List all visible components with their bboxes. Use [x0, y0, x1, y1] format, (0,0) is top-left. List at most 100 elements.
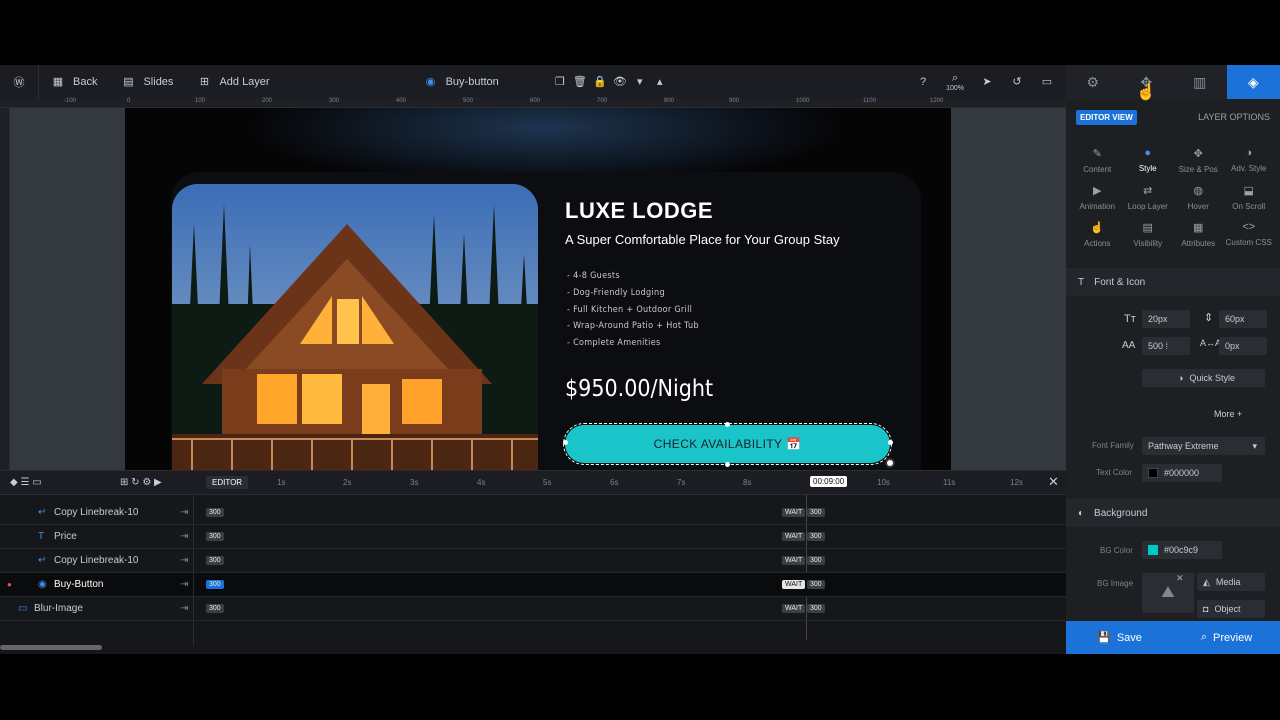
selected-layer-dropdown[interactable]: ◉ Buy-button: [412, 65, 511, 98]
lodge-photo[interactable]: [172, 184, 538, 470]
slide-subheadline[interactable]: A Super Comfortable Place for Your Group…: [565, 232, 840, 247]
option-custom-css[interactable]: <> Custom CSS: [1224, 221, 1275, 248]
option-on-scroll[interactable]: ⬓ On Scroll: [1224, 184, 1275, 211]
lock-icon[interactable]: 🔒: [593, 75, 607, 89]
resize-handle-top[interactable]: [725, 422, 730, 427]
save-button[interactable]: 💾 Save: [1066, 621, 1173, 654]
option-attributes[interactable]: ▦ Attributes: [1173, 221, 1224, 248]
collapse-arrow-icon[interactable]: ⇥: [180, 507, 188, 518]
current-time-indicator[interactable]: 00:09:00: [810, 476, 848, 487]
start-duration[interactable]: 300: [206, 556, 224, 565]
wordpress-logo-button[interactable]: Ⓦ: [0, 65, 38, 98]
editor-tab[interactable]: EDITOR: [206, 476, 249, 489]
more-button[interactable]: More +: [1214, 409, 1242, 419]
resize-handle-right[interactable]: [888, 440, 893, 445]
collapse-arrow-icon[interactable]: ⇥: [180, 531, 188, 542]
font-family-select[interactable]: Pathway Extreme ▾: [1142, 437, 1265, 455]
timeline-row[interactable]: ↵ Copy Linebreak-10 ⇥ 300 WAIT 300: [0, 501, 1066, 525]
close-icon[interactable]: ✕: [1048, 474, 1059, 490]
ruler-tick: 1100: [863, 98, 876, 104]
font-weight-select[interactable]: 500 ⁞: [1142, 337, 1190, 355]
rotate-handle[interactable]: [885, 458, 895, 468]
undo-icon[interactable]: ↺: [1010, 75, 1024, 89]
check-availability-button[interactable]: CHECK AVAILABILITY 📅: [563, 423, 892, 465]
media-button[interactable]: ◭ Media: [1197, 573, 1265, 591]
option-adv-style[interactable]: ◑ Adv. Style: [1224, 147, 1275, 174]
editor-view-badge[interactable]: EDITOR VIEW: [1076, 110, 1137, 125]
option-animation[interactable]: ▶ Animation: [1072, 184, 1123, 211]
time-mark: 1s: [277, 478, 286, 487]
option-actions[interactable]: ☝ Actions: [1072, 221, 1123, 248]
add-layer-button[interactable]: ⊞ Add Layer: [185, 65, 281, 98]
option-label: Size & Pos: [1178, 165, 1218, 174]
help-icon[interactable]: ?: [916, 75, 930, 89]
slide-canvas[interactable]: LUXE LODGE A Super Comfortable Place for…: [125, 108, 951, 470]
bg-color-input[interactable]: #00c9c9: [1142, 541, 1222, 559]
bg-image-thumbnail[interactable]: ⛰: [1142, 573, 1194, 613]
slides-button[interactable]: ▤ Slides: [109, 65, 185, 98]
option-loop-layer[interactable]: ⇄ Loop Layer: [1123, 184, 1174, 211]
collapse-arrow-icon[interactable]: ⇥: [180, 579, 188, 590]
start-duration[interactable]: 300: [206, 532, 224, 541]
editor-toolbar: Ⓦ ▦ Back ▤ Slides ⊞ Add Layer ◉ Buy-button ❐…: [0, 65, 1066, 98]
start-duration[interactable]: 300: [206, 580, 224, 589]
timeline-row[interactable]: ▭ Blur-Image ⇥ 300 WAIT 300: [0, 597, 1066, 621]
object-button[interactable]: ◘ Object: [1197, 600, 1265, 618]
font-size-input[interactable]: 20px: [1142, 310, 1190, 328]
slide-headline[interactable]: LUXE LODGE: [565, 198, 713, 224]
wait-badge: WAIT: [782, 604, 806, 613]
duplicate-icon[interactable]: ❐: [553, 75, 567, 89]
eye-icon[interactable]: 👁: [613, 75, 627, 89]
collapse-arrow-icon[interactable]: ⇥: [180, 603, 188, 614]
resize-handle-left[interactable]: [563, 440, 568, 445]
trash-icon[interactable]: 🗑: [573, 75, 587, 89]
time-mark: 6s: [610, 478, 619, 487]
tab-navigation[interactable]: ▥: [1173, 65, 1227, 99]
tab-slider-settings[interactable]: ⚙: [1066, 65, 1120, 99]
end-duration[interactable]: 300: [807, 580, 825, 589]
option-size-pos[interactable]: ✥ Size & Pos: [1173, 147, 1224, 174]
collapse-arrow-icon[interactable]: ⇥: [180, 555, 188, 566]
cursor-icon[interactable]: ➤: [980, 75, 994, 89]
arrow-up-icon[interactable]: ▴: [653, 75, 667, 89]
preview-button[interactable]: ⌕ Preview: [1173, 621, 1280, 654]
quick-style-button[interactable]: ◑ Quick Style: [1142, 369, 1265, 387]
remove-image-icon[interactable]: ✕: [1176, 573, 1184, 584]
line-height-input[interactable]: 60px: [1219, 310, 1267, 328]
color-swatch: [1148, 468, 1158, 478]
option-hover[interactable]: ◍ Hover: [1173, 184, 1224, 211]
letter-spacing-input[interactable]: 0px: [1219, 337, 1267, 355]
end-duration[interactable]: 300: [807, 508, 825, 517]
start-duration[interactable]: 300: [206, 604, 224, 613]
desktop-icon[interactable]: ▭: [1040, 75, 1054, 89]
timeline-row[interactable]: ↵ Copy Linebreak-10 ⇥ 300 WAIT 300: [0, 549, 1066, 573]
option-content[interactable]: ✎ Content: [1072, 147, 1123, 174]
feature-list[interactable]: - 4-8 Guests - Dog-Friendly Lodging - Fu…: [567, 268, 699, 352]
navigation-icon: ▥: [1193, 73, 1207, 90]
canvas-stage[interactable]: LUXE LODGE A Super Comfortable Place for…: [10, 108, 1066, 470]
end-duration[interactable]: 300: [807, 532, 825, 541]
option-style[interactable]: ● Style: [1123, 147, 1174, 174]
tab-layer-options[interactable]: ◈: [1226, 65, 1280, 99]
start-duration[interactable]: 300: [206, 508, 224, 517]
letter-spacing-icon: A↔A: [1200, 338, 1222, 348]
zoom-control[interactable]: ⌕ 100%: [946, 71, 964, 93]
arrow-down-icon[interactable]: ▾: [633, 75, 647, 89]
text-color-input[interactable]: #000000: [1142, 464, 1222, 482]
resize-handle-bottom[interactable]: [725, 462, 730, 467]
timeline-row[interactable]: T Price ⇥ 300 WAIT 300: [0, 525, 1066, 549]
contrast-icon: ◑: [1245, 147, 1253, 159]
timeline-row-selected[interactable]: ● ◉ Buy-Button ⇥ 300 WAIT 300: [0, 573, 1066, 597]
slide-price[interactable]: $950.00/Night: [565, 376, 713, 402]
section-title: Font & Icon: [1094, 276, 1146, 288]
back-button[interactable]: ▦ Back: [39, 65, 109, 98]
preview-label: Preview: [1213, 631, 1253, 644]
timeline-scrollbar[interactable]: [0, 645, 102, 650]
background-section-header[interactable]: ◐ Background: [1066, 499, 1280, 527]
end-duration[interactable]: 300: [807, 556, 825, 565]
font-icon-section-header[interactable]: T Font & Icon: [1066, 268, 1280, 296]
timeline-controls[interactable]: ⊞ ↻ ⚙ ▶: [120, 477, 162, 488]
option-visibility[interactable]: ▤ Visibility: [1123, 221, 1174, 248]
end-duration[interactable]: 300: [807, 604, 825, 613]
layers-icon[interactable]: ◆ ☰ ▭: [10, 477, 42, 488]
